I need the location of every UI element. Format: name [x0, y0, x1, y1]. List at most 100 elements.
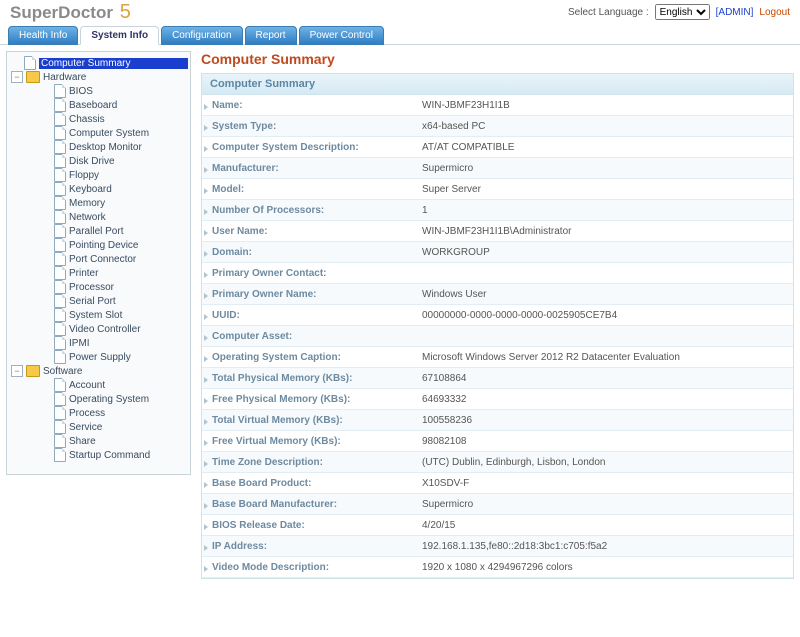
tree-label: Chassis: [69, 114, 188, 125]
detail-key: System Type:: [202, 118, 416, 135]
tree-spacer-icon: [41, 324, 51, 334]
tree-label: Startup Command: [69, 450, 188, 461]
detail-key: Free Physical Memory (KBs):: [202, 391, 416, 408]
page-icon: [54, 448, 66, 462]
tree-item-baseboard[interactable]: Baseboard: [11, 98, 188, 112]
language-label: Select Language :: [568, 7, 649, 18]
tree-item-service[interactable]: Service: [11, 420, 188, 434]
tree-item-processor[interactable]: Processor: [11, 280, 188, 294]
detail-key: Name:: [202, 97, 416, 114]
detail-row: UUID:00000000-0000-0000-0000-0025905CE7B…: [202, 305, 793, 326]
detail-value: Windows User: [416, 286, 793, 303]
tree-label: Operating System: [69, 394, 188, 405]
detail-row: IP Address:192.168.1.135,fe80::2d18:3bc1…: [202, 536, 793, 557]
tree-label: Network: [69, 212, 188, 223]
tree-label: Hardware: [43, 72, 188, 83]
detail-key: Free Virtual Memory (KBs):: [202, 433, 416, 450]
detail-value: 192.168.1.135,fe80::2d18:3bc1:c705:f5a2: [416, 538, 793, 555]
page-icon: [54, 420, 66, 434]
tree-label: Video Controller: [69, 324, 188, 335]
tree-spacer-icon: [41, 380, 51, 390]
tree-item-desktop-monitor[interactable]: Desktop Monitor: [11, 140, 188, 154]
detail-value: x64-based PC: [416, 118, 793, 135]
detail-key: Model:: [202, 181, 416, 198]
summary-panel: Computer Summary Name:WIN-JBMF23H1I1BSys…: [201, 73, 794, 579]
page-icon: [54, 252, 66, 266]
admin-link[interactable]: [ADMIN]: [716, 7, 754, 18]
tree-item-memory[interactable]: Memory: [11, 196, 188, 210]
detail-value: AT/AT COMPATIBLE: [416, 139, 793, 156]
tree-spacer-icon: [41, 408, 51, 418]
details-list: Name:WIN-JBMF23H1I1BSystem Type:x64-base…: [202, 95, 793, 578]
tree-item-floppy[interactable]: Floppy: [11, 168, 188, 182]
page-icon: [54, 294, 66, 308]
detail-key: Base Board Manufacturer:: [202, 496, 416, 513]
folder-icon: [26, 365, 40, 377]
tree-item-pointing-device[interactable]: Pointing Device: [11, 238, 188, 252]
language-select[interactable]: English: [655, 4, 710, 20]
tab-configuration[interactable]: Configuration: [161, 26, 242, 45]
tree-item-ipmi[interactable]: IPMI: [11, 336, 188, 350]
tree-label: Keyboard: [69, 184, 188, 195]
logout-link[interactable]: Logout: [759, 7, 790, 18]
tree-label: Share: [69, 436, 188, 447]
tree-item-share[interactable]: Share: [11, 434, 188, 448]
tree-item-bios[interactable]: BIOS: [11, 84, 188, 98]
tree-spacer-icon: [41, 394, 51, 404]
page-icon: [54, 84, 66, 98]
detail-row: Computer System Description:AT/AT COMPAT…: [202, 137, 793, 158]
collapse-icon[interactable]: −: [11, 365, 23, 377]
detail-row: System Type:x64-based PC: [202, 116, 793, 137]
detail-value: WORKGROUP: [416, 244, 793, 261]
tree-item-operating-system[interactable]: Operating System: [11, 392, 188, 406]
tree-item-printer[interactable]: Printer: [11, 266, 188, 280]
detail-row: Primary Owner Name:Windows User: [202, 284, 793, 305]
brand-suffix: 5: [120, 1, 131, 23]
page-icon: [54, 378, 66, 392]
tree-item-chassis[interactable]: Chassis: [11, 112, 188, 126]
collapse-icon[interactable]: −: [11, 71, 23, 83]
brand-logo: SuperDoctor 5: [10, 1, 131, 24]
tree-item-disk-drive[interactable]: Disk Drive: [11, 154, 188, 168]
tree-item-startup-command[interactable]: Startup Command: [11, 448, 188, 462]
tree-item-process[interactable]: Process: [11, 406, 188, 420]
page-icon: [54, 154, 66, 168]
tree-spacer-icon: [11, 58, 21, 68]
tab-power-control[interactable]: Power Control: [299, 26, 384, 45]
tab-system-info[interactable]: System Info: [80, 26, 159, 45]
detail-value: [416, 270, 793, 276]
detail-row: Primary Owner Contact:: [202, 263, 793, 284]
brand-name: SuperDoctor: [10, 3, 113, 22]
tree-item-parallel-port[interactable]: Parallel Port: [11, 224, 188, 238]
tree-item-port-connector[interactable]: Port Connector: [11, 252, 188, 266]
sidebar-tree[interactable]: Computer Summary−HardwareBIOSBaseboardCh…: [6, 51, 191, 475]
page-icon: [54, 336, 66, 350]
tree-spacer-icon: [41, 100, 51, 110]
detail-value: WIN-JBMF23H1I1B\Administrator: [416, 223, 793, 240]
tree-item-computer-summary[interactable]: Computer Summary: [11, 56, 188, 70]
tab-health-info[interactable]: Health Info: [8, 26, 78, 45]
detail-row: Video Mode Description:1920 x 1080 x 429…: [202, 557, 793, 578]
tree-item-system-slot[interactable]: System Slot: [11, 308, 188, 322]
tree-item-keyboard[interactable]: Keyboard: [11, 182, 188, 196]
tree-spacer-icon: [41, 310, 51, 320]
detail-value: Super Server: [416, 181, 793, 198]
tree-label: Power Supply: [69, 352, 188, 363]
tree-item-software[interactable]: −Software: [11, 364, 188, 378]
page-icon: [54, 308, 66, 322]
tree-item-hardware[interactable]: − Hardware: [11, 70, 188, 84]
tree-spacer-icon: [41, 352, 51, 362]
tree-item-serial-port[interactable]: Serial Port: [11, 294, 188, 308]
tree-item-power-supply[interactable]: Power Supply: [11, 350, 188, 364]
tree-item-video-controller[interactable]: Video Controller: [11, 322, 188, 336]
detail-value: WIN-JBMF23H1I1B: [416, 97, 793, 114]
detail-value: 98082108: [416, 433, 793, 450]
tree-item-network[interactable]: Network: [11, 210, 188, 224]
tree-label: Service: [69, 422, 188, 433]
detail-value: X10SDV-F: [416, 475, 793, 492]
tree-item-account[interactable]: Account: [11, 378, 188, 392]
tree-spacer-icon: [41, 254, 51, 264]
detail-key: Video Mode Description:: [202, 559, 416, 576]
tab-report[interactable]: Report: [245, 26, 297, 45]
tree-item-computer-system[interactable]: Computer System: [11, 126, 188, 140]
